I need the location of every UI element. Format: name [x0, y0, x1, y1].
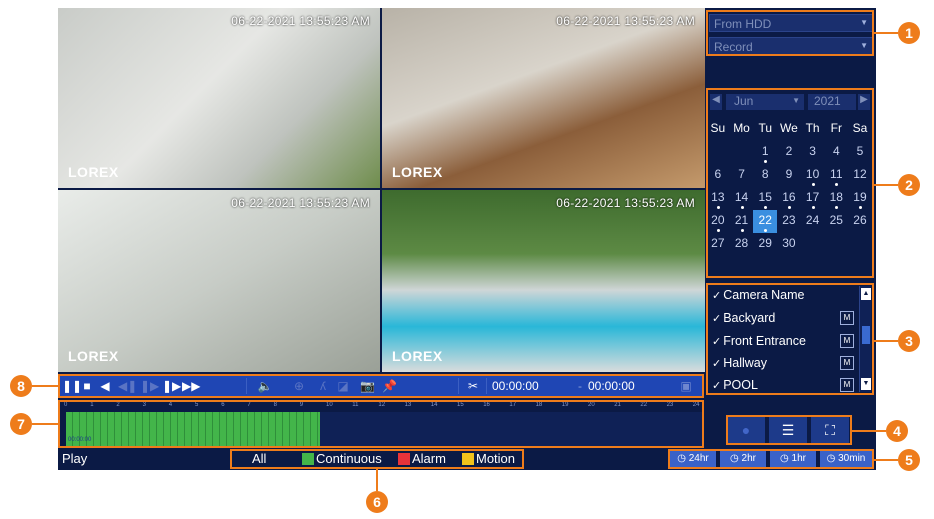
camera-timestamp: 06-22-2021 13:55:23 AM — [556, 196, 695, 210]
lorex-logo: LOREX — [392, 164, 443, 180]
camera-timestamp: 06-22-2021 13:55:23 AM — [556, 14, 695, 28]
lorex-logo: LOREX — [68, 164, 119, 180]
highlight-timeline — [58, 400, 704, 448]
highlight-camera-list — [706, 283, 874, 395]
highlight-legend — [230, 449, 524, 469]
callout-leader-5 — [874, 459, 898, 461]
callout-4: 4 — [886, 420, 908, 442]
callout-leader-7 — [32, 423, 58, 425]
highlight-view-buttons — [726, 415, 852, 445]
callout-leader-8 — [32, 385, 58, 387]
callout-leader-4 — [852, 430, 886, 432]
camera-tile-3[interactable]: 06-22-2021 13:55:23 AM LOREX — [58, 190, 380, 372]
callout-leader-2 — [874, 184, 898, 186]
highlight-source-mode — [706, 10, 874, 56]
callout-1: 1 — [898, 22, 920, 44]
highlight-timespan — [668, 449, 874, 469]
callout-8: 8 — [10, 375, 32, 397]
callout-leader-1 — [874, 32, 898, 34]
camera-timestamp: 06-22-2021 13:55:23 AM — [231, 14, 370, 28]
lorex-logo: LOREX — [392, 348, 443, 364]
play-status: Play — [62, 451, 88, 466]
highlight-toolbar — [58, 374, 704, 398]
camera-tile-4[interactable]: 06-22-2021 13:55:23 AM LOREX — [382, 190, 705, 372]
lorex-logo: LOREX — [68, 348, 119, 364]
callout-leader-6 — [376, 469, 378, 491]
camera-tile-2[interactable]: 06-22-2021 13:55:23 AM LOREX — [382, 8, 705, 188]
callout-leader-3 — [874, 340, 898, 342]
callout-2: 2 — [898, 174, 920, 196]
callout-5: 5 — [898, 449, 920, 471]
callout-3: 3 — [898, 330, 920, 352]
camera-timestamp: 06-22-2021 13:55:23 AM — [231, 196, 370, 210]
callout-6: 6 — [366, 491, 388, 513]
camera-tile-1[interactable]: 06-22-2021 13:55:23 AM LOREX — [58, 8, 380, 188]
highlight-calendar — [706, 88, 874, 278]
callout-7: 7 — [10, 413, 32, 435]
